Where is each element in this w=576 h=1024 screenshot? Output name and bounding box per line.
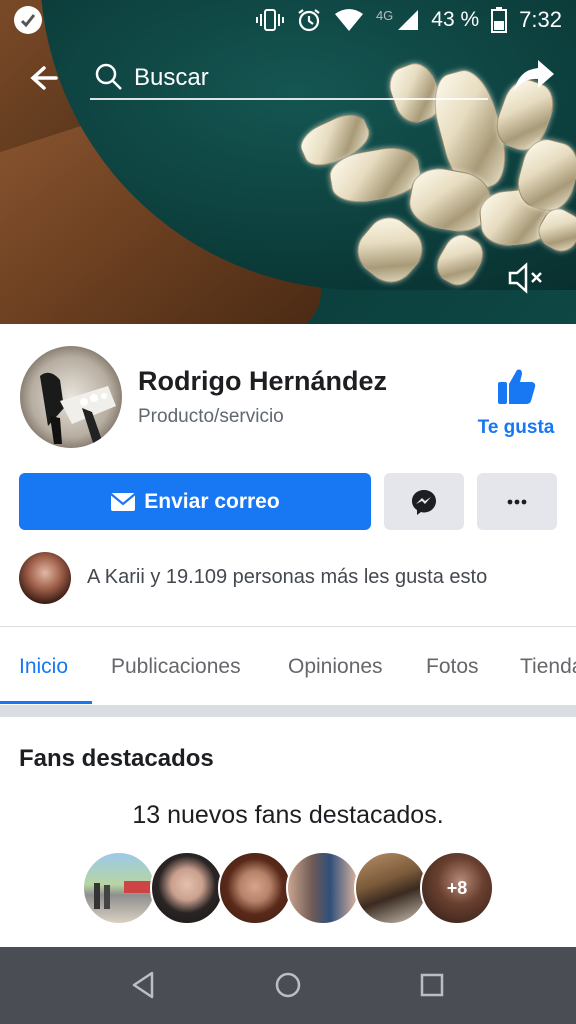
fan-avatar[interactable] — [354, 851, 428, 925]
back-arrow-icon[interactable] — [24, 58, 64, 98]
page-header: Rodrigo Hernández Producto/servicio Te g… — [0, 324, 576, 474]
nav-home-icon[interactable] — [268, 965, 308, 1005]
wifi-icon — [334, 9, 363, 31]
network-type-label: 4G — [375, 7, 394, 23]
clock-time: 7:32 — [519, 7, 562, 32]
active-tab-indicator — [0, 701, 92, 704]
top-bar — [0, 48, 576, 108]
featured-fans-title: Fans destacados — [19, 745, 214, 772]
page-tabs: Inicio Publicaciones Opiniones Fotos Tie… — [0, 627, 576, 705]
fan-avatar[interactable] — [150, 851, 224, 925]
messenger-button[interactable] — [384, 473, 464, 530]
action-buttons: Enviar correo — [0, 473, 576, 531]
search-input[interactable] — [134, 60, 474, 96]
friends-like-row[interactable]: A Karii y 19.109 personas más les gusta … — [0, 548, 576, 610]
featured-fans-subtitle: 13 nuevos fans destacados. — [132, 801, 444, 829]
send-email-label: Enviar correo — [144, 489, 280, 513]
share-icon[interactable] — [512, 54, 556, 98]
thumbs-up-icon — [498, 369, 536, 404]
likes-summary: A Karii y 19.109 personas más les gusta … — [87, 566, 488, 588]
battery-percent: 43 % — [431, 8, 480, 31]
tab-inicio[interactable]: Inicio — [19, 655, 68, 679]
search-icon — [95, 63, 122, 90]
nav-recents-icon[interactable] — [412, 965, 452, 1005]
featured-fans-section: Fans destacados 13 nuevos fans destacado… — [0, 717, 576, 947]
more-fans-avatar[interactable]: +8 — [420, 851, 494, 925]
vibrate-icon — [255, 9, 284, 31]
profile-avatar[interactable] — [20, 346, 122, 448]
tab-fotos[interactable]: Fotos — [426, 655, 479, 679]
friend-avatar — [19, 552, 71, 604]
nav-back-icon[interactable] — [124, 965, 164, 1005]
more-fans-count: +8 — [446, 877, 468, 898]
signal-icon — [398, 10, 419, 30]
envelope-icon — [110, 492, 137, 511]
battery-icon — [491, 7, 508, 33]
fan-avatar[interactable] — [218, 851, 292, 925]
like-page-button[interactable]: Te gusta — [470, 366, 562, 446]
mute-icon[interactable] — [506, 258, 546, 298]
cover-photo[interactable]: 4G 43 % 7:32 — [0, 0, 576, 324]
fan-avatar[interactable] — [286, 851, 360, 925]
more-options-button[interactable] — [477, 473, 557, 530]
fan-avatar[interactable] — [82, 851, 156, 925]
alarm-icon — [298, 9, 320, 32]
messenger-icon — [412, 489, 436, 515]
page-category: Producto/servicio — [138, 406, 284, 427]
facebook-page-screen: 4G 43 % 7:32 Buscar Rodrigo Hernández Pr… — [0, 0, 576, 1024]
tab-opiniones[interactable]: Opiniones — [288, 655, 383, 679]
status-bar: 4G 43 % 7:32 — [0, 0, 576, 40]
search-bar[interactable] — [90, 56, 488, 100]
like-label: Te gusta — [477, 417, 555, 438]
page-name: Rodrigo Hernández — [138, 366, 388, 396]
notification-icon — [14, 6, 42, 34]
tab-tienda[interactable]: Tienda — [520, 655, 576, 679]
ellipsis-icon — [507, 499, 527, 504]
section-separator — [0, 705, 576, 717]
tab-publicaciones[interactable]: Publicaciones — [111, 655, 241, 679]
send-email-button[interactable]: Enviar correo — [19, 473, 371, 530]
system-navigation-bar — [0, 947, 576, 1024]
